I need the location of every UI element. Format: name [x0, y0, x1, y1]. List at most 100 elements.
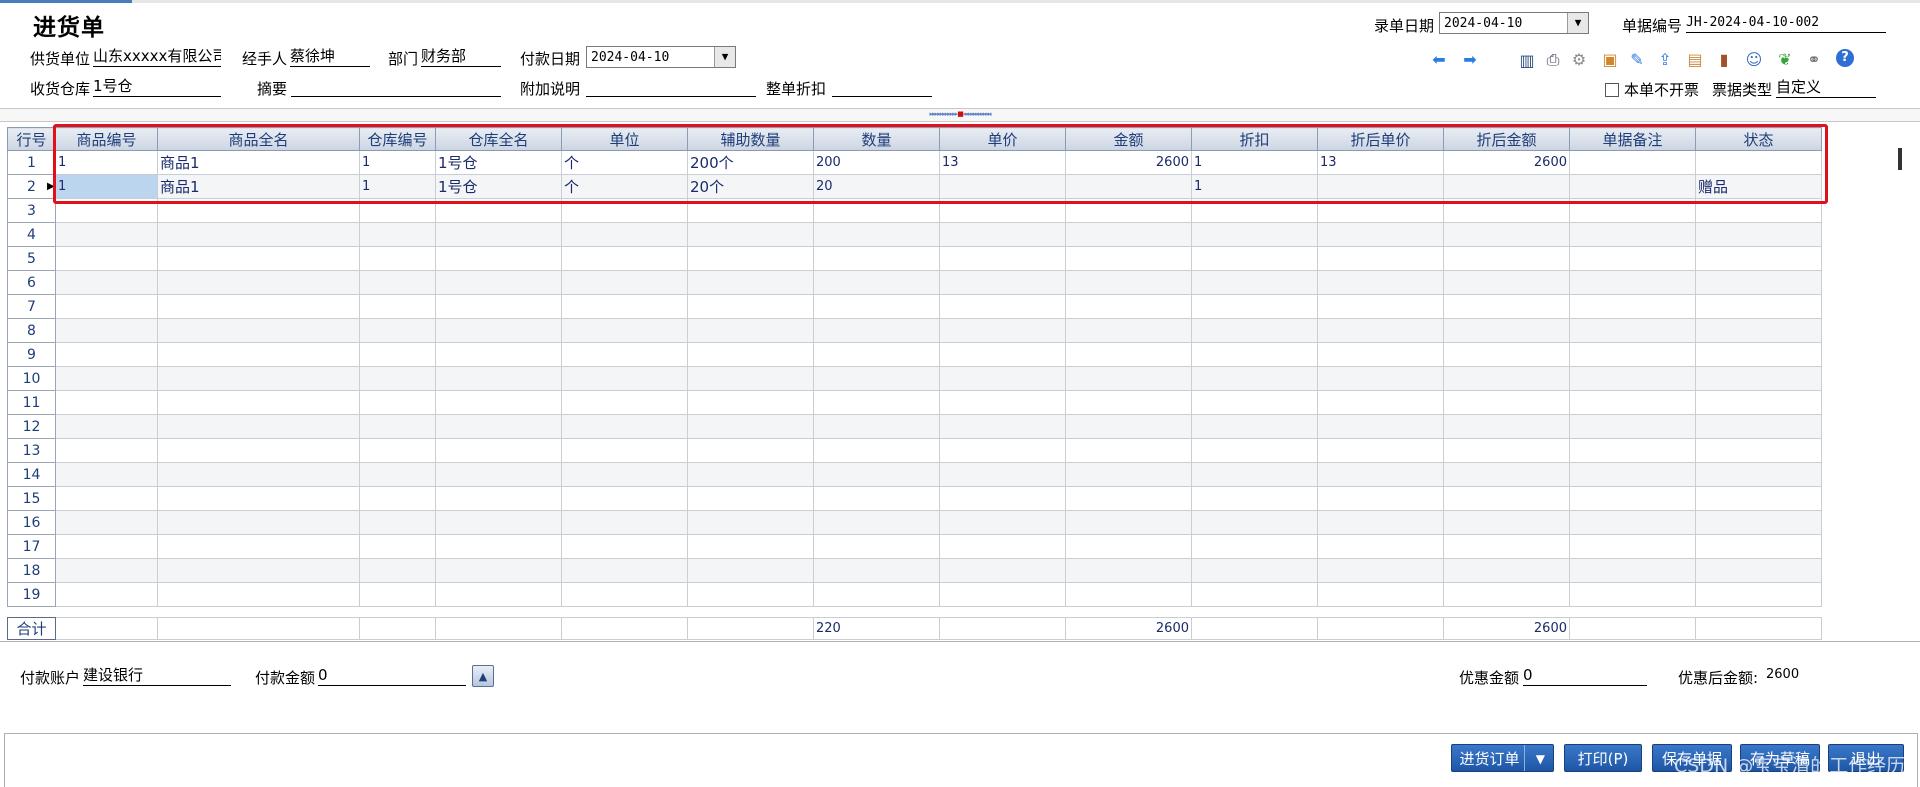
- cell-aux[interactable]: [687, 318, 814, 343]
- cell-name[interactable]: [157, 246, 360, 271]
- table-row[interactable]: 16: [7, 510, 1822, 535]
- cell-damount[interactable]: [1443, 246, 1570, 271]
- cell-status[interactable]: [1695, 198, 1822, 223]
- cell-amount[interactable]: [1065, 462, 1192, 487]
- cell-amount[interactable]: [1065, 366, 1192, 391]
- edit-icon[interactable]: ✎: [1626, 49, 1648, 71]
- table-row[interactable]: 7: [7, 294, 1822, 319]
- cell-disc[interactable]: [1191, 294, 1318, 319]
- cell-price[interactable]: [939, 294, 1066, 319]
- chevron-down-icon[interactable]: ▼: [1536, 745, 1545, 773]
- cell-amount[interactable]: [1065, 246, 1192, 271]
- cell-status[interactable]: [1695, 222, 1822, 247]
- cell-damount[interactable]: [1443, 342, 1570, 367]
- cell-disc[interactable]: [1191, 390, 1318, 415]
- cell-status[interactable]: [1695, 438, 1822, 463]
- col-header[interactable]: 数量: [813, 127, 940, 151]
- cell-wname[interactable]: 1号仓: [435, 150, 562, 175]
- cell-qty[interactable]: [813, 486, 940, 511]
- cell-unit[interactable]: [561, 366, 688, 391]
- cell-status[interactable]: [1695, 366, 1822, 391]
- cell-damount[interactable]: [1443, 414, 1570, 439]
- cell-wname[interactable]: [435, 198, 562, 223]
- cell-aux[interactable]: [687, 582, 814, 607]
- cell-qty[interactable]: [813, 246, 940, 271]
- cell-unit[interactable]: [561, 246, 688, 271]
- cell-damount[interactable]: [1443, 486, 1570, 511]
- cell-note[interactable]: [1569, 486, 1696, 511]
- cell-name[interactable]: [157, 222, 360, 247]
- cell-qty[interactable]: [813, 318, 940, 343]
- cell-qty[interactable]: [813, 558, 940, 583]
- cell-aux[interactable]: [687, 438, 814, 463]
- cell-wcode[interactable]: [359, 510, 436, 535]
- cell-status[interactable]: [1695, 534, 1822, 559]
- cell-damount[interactable]: [1443, 318, 1570, 343]
- cell-dprice[interactable]: [1317, 294, 1444, 319]
- cell-damount[interactable]: [1443, 366, 1570, 391]
- cell-qty[interactable]: [813, 366, 940, 391]
- cell-wname[interactable]: 1号仓: [435, 174, 562, 199]
- cell-damount[interactable]: [1443, 558, 1570, 583]
- cell-dprice[interactable]: [1317, 318, 1444, 343]
- cell-name[interactable]: [157, 558, 360, 583]
- cell-damount[interactable]: [1443, 582, 1570, 607]
- cell-aux[interactable]: [687, 534, 814, 559]
- cell-name[interactable]: [157, 318, 360, 343]
- cell-aux[interactable]: [687, 270, 814, 295]
- cell-unit[interactable]: [561, 318, 688, 343]
- cell-name[interactable]: [157, 582, 360, 607]
- cell-damount[interactable]: [1443, 438, 1570, 463]
- cell-note[interactable]: [1569, 414, 1696, 439]
- col-header[interactable]: 商品全名: [157, 127, 360, 151]
- cell-code[interactable]: [55, 486, 158, 511]
- cell-code[interactable]: [55, 198, 158, 223]
- cell-amount[interactable]: [1065, 222, 1192, 247]
- cell-unit[interactable]: [561, 462, 688, 487]
- cell-wname[interactable]: [435, 390, 562, 415]
- cell-aux[interactable]: [687, 198, 814, 223]
- cell-disc[interactable]: [1191, 270, 1318, 295]
- cell-unit[interactable]: [561, 534, 688, 559]
- table-row[interactable]: 9: [7, 342, 1822, 367]
- splitter-grip-icon[interactable]: ▸▸▸▸▸▸▸▸▸▸▸■◂◂◂◂◂◂◂◂◂◂◂: [912, 110, 1008, 118]
- cell-disc[interactable]: [1191, 486, 1318, 511]
- cell-damount[interactable]: [1443, 198, 1570, 223]
- cell-code[interactable]: [55, 342, 158, 367]
- add-icon[interactable]: ▣: [1599, 49, 1621, 71]
- cell-code[interactable]: [55, 222, 158, 247]
- cell-note[interactable]: [1569, 198, 1696, 223]
- docno-field[interactable]: JH-2024-04-10-002: [1686, 13, 1886, 33]
- cell-amount[interactable]: [1065, 198, 1192, 223]
- table-row[interactable]: 18: [7, 558, 1822, 583]
- cell-wname[interactable]: [435, 366, 562, 391]
- cell-disc[interactable]: [1191, 342, 1318, 367]
- cell-code[interactable]: [55, 534, 158, 559]
- cell-aux[interactable]: [687, 222, 814, 247]
- cell-note[interactable]: [1569, 270, 1696, 295]
- cell-damount[interactable]: [1443, 462, 1570, 487]
- cell-disc[interactable]: 1: [1191, 150, 1318, 175]
- cell-damount[interactable]: [1443, 270, 1570, 295]
- table-row[interactable]: 17: [7, 534, 1822, 559]
- table-row[interactable]: 8: [7, 318, 1822, 343]
- cell-name[interactable]: [157, 198, 360, 223]
- cell-qty[interactable]: 200: [813, 150, 940, 175]
- cell-name[interactable]: [157, 294, 360, 319]
- account-field[interactable]: 建设银行: [83, 666, 231, 686]
- handler-field[interactable]: 蔡徐坤: [290, 47, 370, 67]
- cell-status[interactable]: [1695, 390, 1822, 415]
- cell-wcode[interactable]: [359, 486, 436, 511]
- cell-amount[interactable]: [1065, 510, 1192, 535]
- cell-aux[interactable]: [687, 486, 814, 511]
- cell-dprice[interactable]: [1317, 438, 1444, 463]
- cell-wname[interactable]: [435, 414, 562, 439]
- cell-wname[interactable]: [435, 438, 562, 463]
- cell-price[interactable]: [939, 366, 1066, 391]
- supplier-field[interactable]: 山东xxxxx有限公司: [93, 47, 221, 67]
- cell-code[interactable]: [55, 390, 158, 415]
- col-header[interactable]: 折后单价: [1317, 127, 1444, 151]
- cell-dprice[interactable]: [1317, 270, 1444, 295]
- cell-name[interactable]: [157, 486, 360, 511]
- cell-status[interactable]: [1695, 342, 1822, 367]
